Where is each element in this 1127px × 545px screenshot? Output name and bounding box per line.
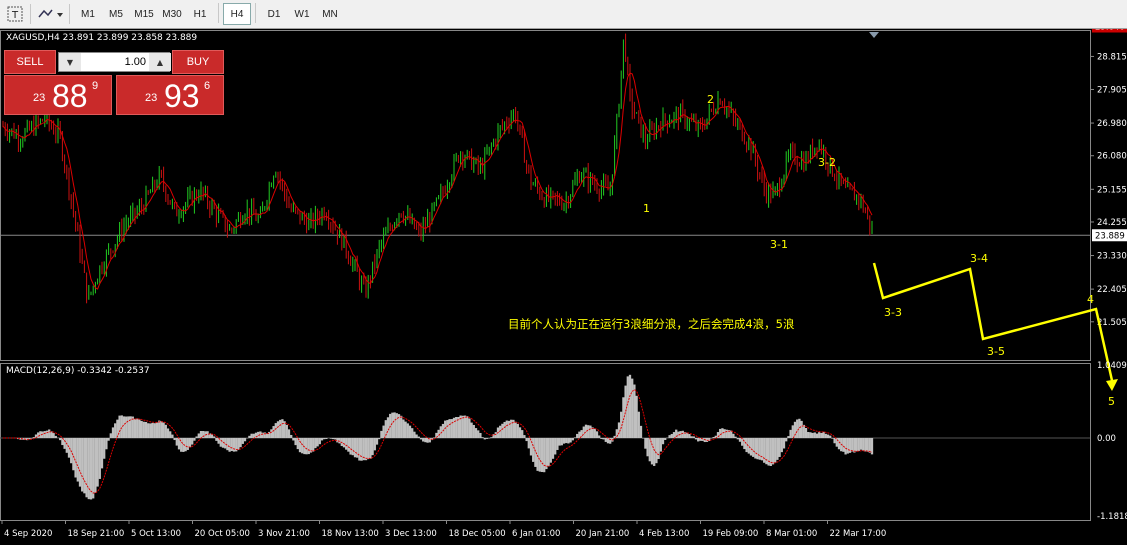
wave-projection-line — [872, 262, 1115, 386]
macd-header: MACD(12,26,9) -0.3342 -0.2537 — [6, 366, 150, 376]
time-axis-label: 4 Sep 2020 — [4, 529, 52, 539]
wave-label-5: 5 — [1108, 395, 1115, 408]
timeframe-d1-button[interactable]: D1 — [260, 3, 288, 25]
wave-arrow-head — [1106, 379, 1118, 391]
time-axis-label: 19 Feb 09:00 — [703, 529, 759, 539]
svg-text:T: T — [11, 10, 19, 21]
timeframe-m5-button[interactable]: M5 — [102, 3, 130, 25]
timeframe-h1-button[interactable]: H1 — [186, 3, 214, 25]
time-axis-label: 8 Mar 01:00 — [766, 529, 817, 539]
toolbar-separator — [30, 4, 31, 24]
toolbar-separator — [218, 3, 219, 23]
wave-label-3-4: 3-4 — [970, 252, 988, 265]
wave-label-3-2: 3-2 — [818, 156, 836, 169]
time-axis-label: 18 Dec 05:00 — [449, 529, 506, 539]
buy-price[interactable]: 23 93 6 — [116, 75, 224, 115]
sell-price[interactable]: 23 88 9 — [4, 75, 112, 115]
lot-increase-icon[interactable]: ▲ — [149, 53, 171, 71]
price-axis-label: 26.980 — [1097, 119, 1127, 129]
buy-price-pip: 6 — [204, 80, 211, 92]
macd-axis-label: -1.1818 — [1097, 512, 1127, 522]
buy-price-prefix: 23 — [145, 92, 158, 104]
timeframe-h4-button[interactable]: H4 — [223, 3, 251, 25]
sell-price-pip: 9 — [92, 80, 99, 92]
macd-axis-label: 1.0409 — [1097, 361, 1127, 371]
wave-label-3-5: 3-5 — [987, 345, 1005, 358]
price-axis-label: 28.815 — [1097, 52, 1127, 62]
sell-price-main: 88 — [52, 78, 88, 114]
timeframe-m1-button[interactable]: M1 — [74, 3, 102, 25]
bid-label: 23.889 — [1095, 231, 1125, 241]
buy-price-main: 93 — [164, 78, 200, 114]
time-axis-label: 4 Feb 13:00 — [639, 529, 689, 539]
price-axis-label: 21.505 — [1097, 318, 1127, 328]
timeframe-w1-button[interactable]: W1 — [288, 3, 316, 25]
chart-shift-marker — [869, 32, 879, 38]
symbol-header: XAGUSD,H4 23.891 23.899 23.858 23.889 — [6, 33, 198, 43]
wave-label-1: 1 — [643, 202, 650, 215]
timeframe-mn-button[interactable]: MN — [316, 3, 344, 25]
wave-label-3-1: 3-1 — [770, 238, 788, 251]
macd-histogram — [17, 374, 874, 500]
time-axis-label: 20 Jan 21:00 — [576, 529, 630, 539]
time-axis-label: 18 Nov 13:00 — [322, 529, 379, 539]
timeframe-m30-button[interactable]: M30 — [158, 3, 186, 25]
time-axis-label: 22 Mar 17:00 — [830, 529, 887, 539]
time-axis-label: 5 Oct 13:00 — [131, 529, 181, 539]
toolbar: T M1 M5 M15 M30 H1 H4 D1 W1 MN — [0, 0, 1127, 29]
sell-price-prefix: 23 — [33, 92, 46, 104]
time-axis-label: 18 Sep 21:00 — [68, 529, 125, 539]
time-axis-label: 20 Oct 05:00 — [195, 529, 250, 539]
time-axis-label: 3 Dec 13:00 — [385, 529, 437, 539]
price-axis-label: 22.405 — [1097, 285, 1127, 295]
time-axis-label: 6 Jan 01:00 — [512, 529, 560, 539]
toolbar-separator — [255, 3, 256, 23]
timeframe-buttons: M1 M5 M15 M30 H1 H4 D1 W1 MN — [74, 3, 344, 25]
time-axis-label: 3 Nov 21:00 — [258, 529, 310, 539]
wave-label-2: 2 — [707, 93, 714, 106]
lot-size-input[interactable] — [81, 53, 149, 71]
price-axis-label: 24.255 — [1097, 218, 1127, 228]
price-axis-label: 23.330 — [1097, 252, 1127, 262]
price-axis-label: 25.155 — [1097, 185, 1127, 195]
toolbar-separator — [69, 4, 70, 24]
one-click-trading-panel: SELL ▼ ▲ BUY 23 88 9 23 93 6 — [4, 50, 224, 116]
shapes-tool-icon[interactable] — [35, 3, 65, 25]
lot-decrease-icon[interactable]: ▼ — [59, 53, 81, 71]
timeframe-m15-button[interactable]: M15 — [130, 3, 158, 25]
sell-button[interactable]: SELL — [4, 50, 56, 74]
top-price-label: 29.640 — [1095, 29, 1125, 33]
buy-button[interactable]: BUY — [172, 50, 224, 74]
price-axis-label: 26.080 — [1097, 152, 1127, 162]
wave-label-4: 4 — [1087, 293, 1094, 306]
price-axis-label: 27.905 — [1097, 85, 1127, 95]
analysis-annotation: 目前个人认为正在运行3浪细分浪，之后会完成4浪，5浪 — [508, 317, 795, 331]
wave-label-3-3: 3-3 — [884, 306, 902, 319]
macd-axis-label: 0.00 — [1097, 434, 1116, 444]
text-tool-icon[interactable]: T — [4, 3, 26, 25]
lot-size-control[interactable]: ▼ ▲ — [58, 52, 171, 72]
